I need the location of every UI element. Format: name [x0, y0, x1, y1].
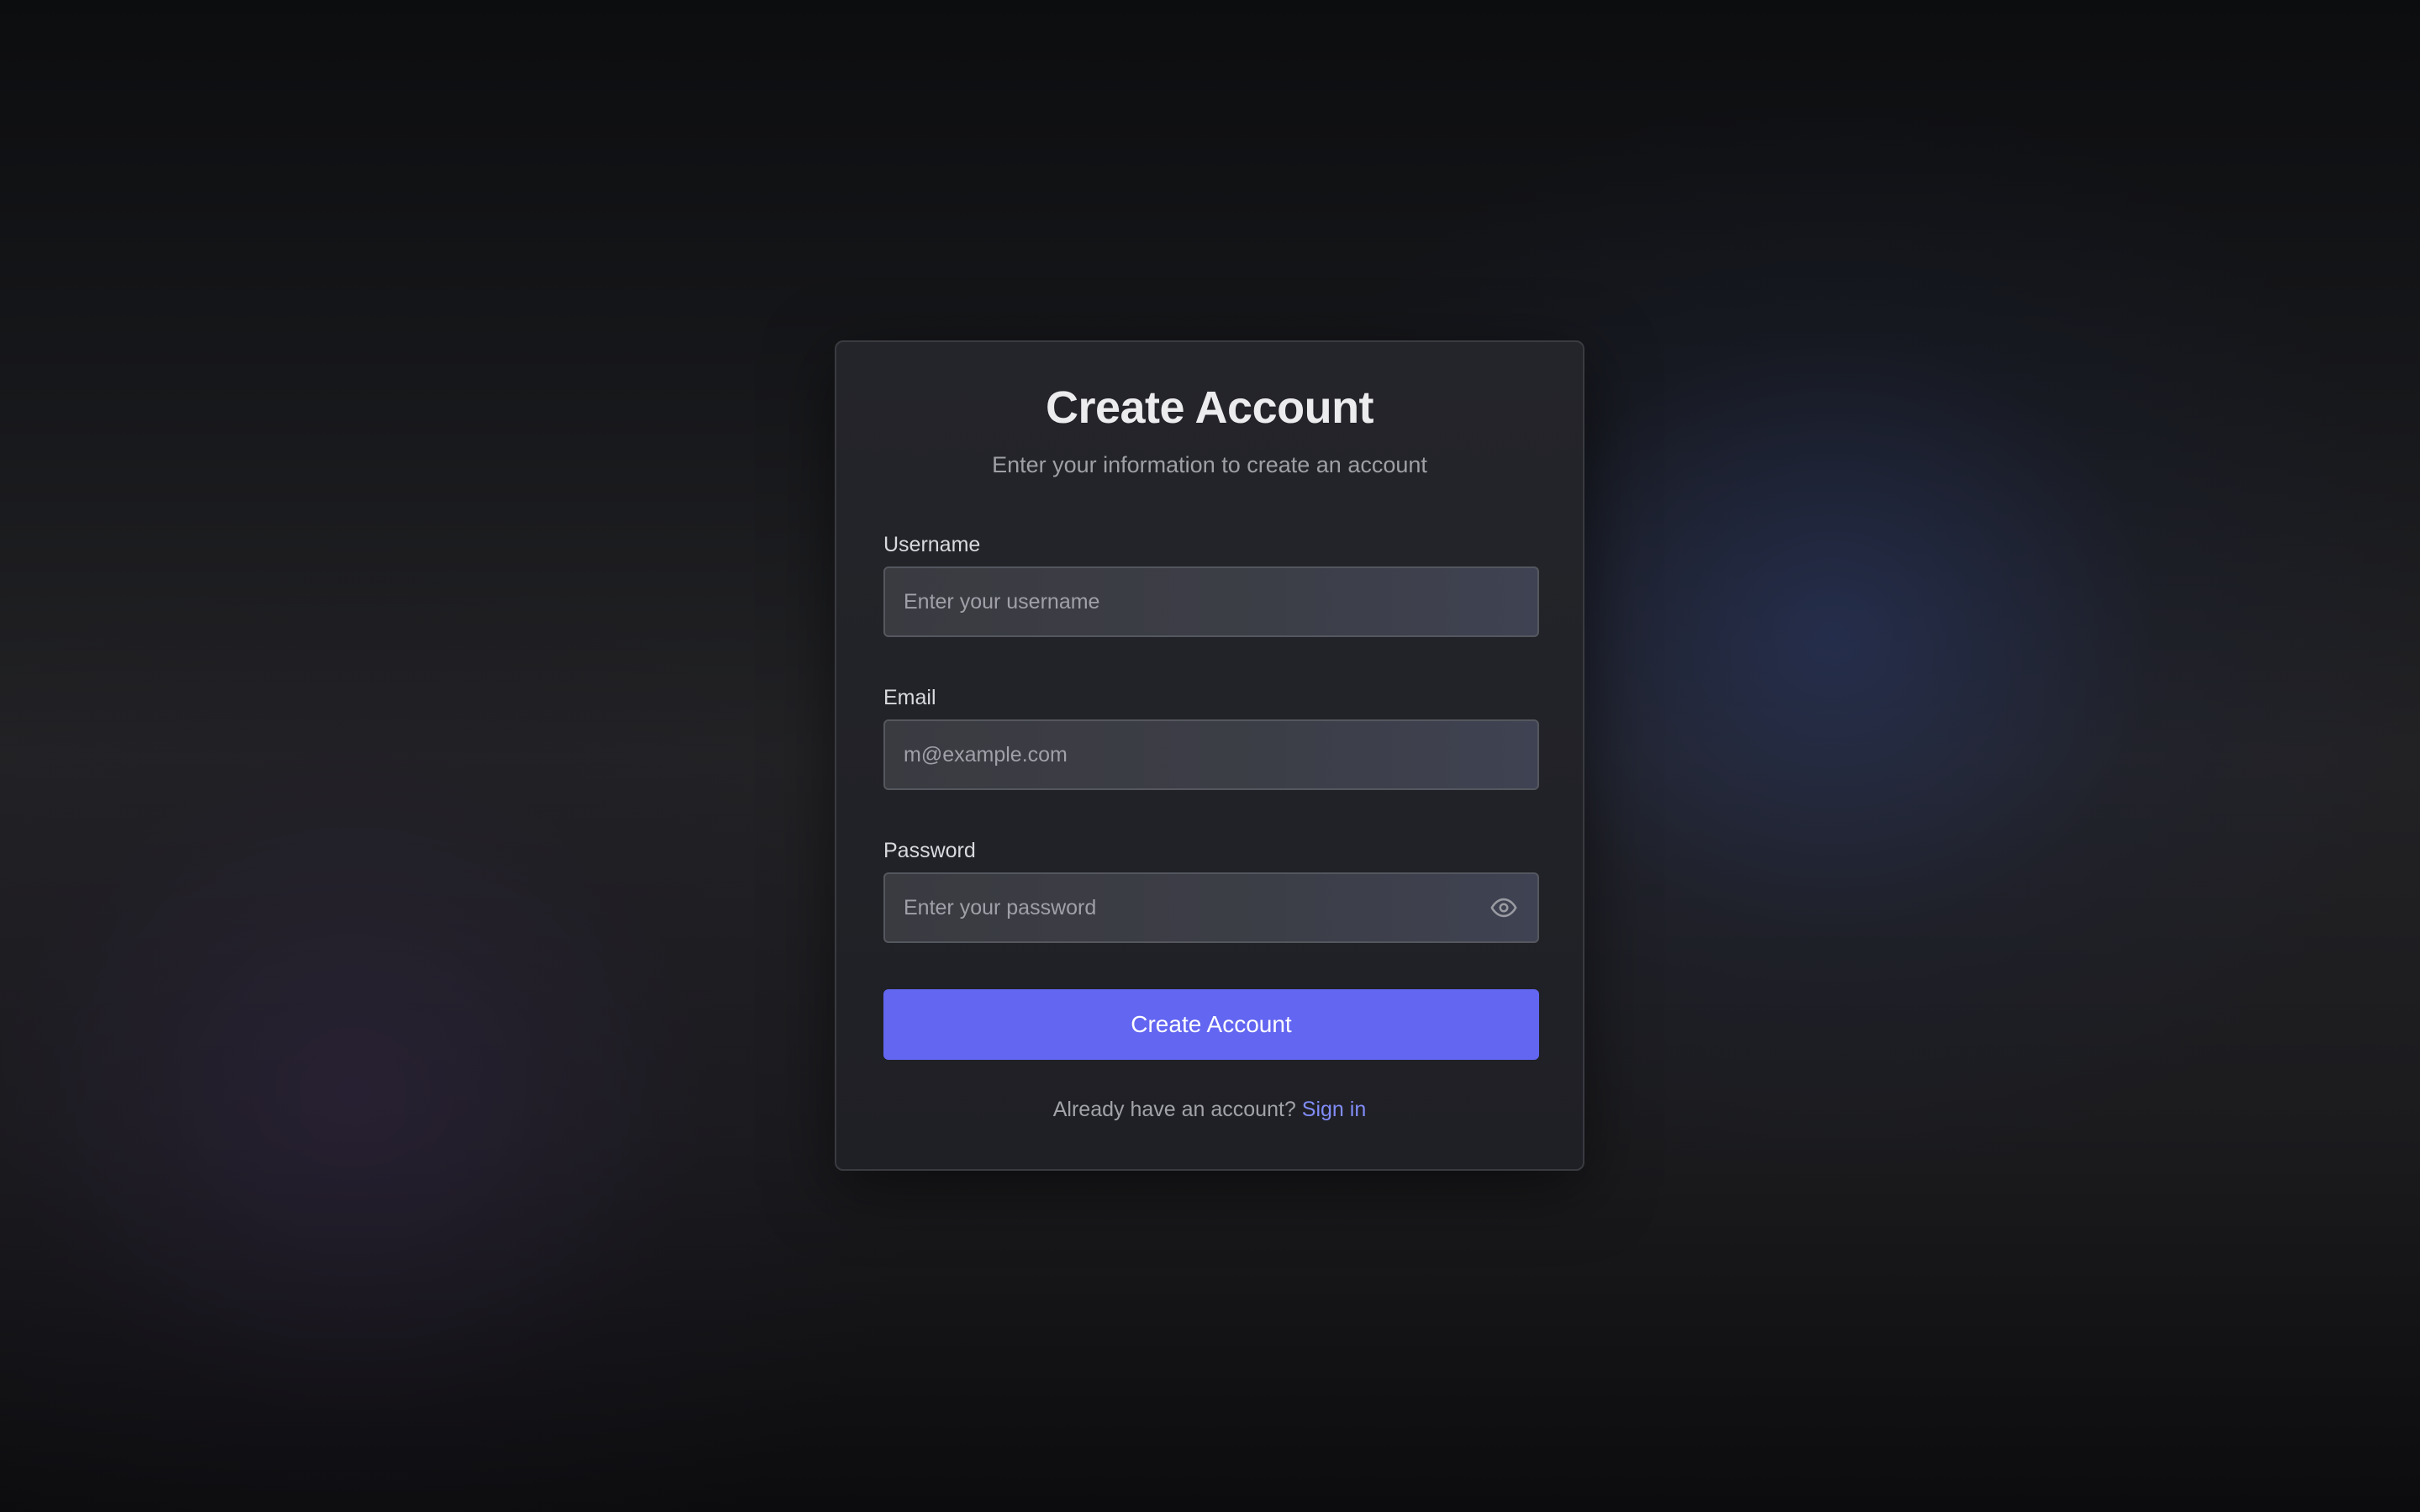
page-title: Create Account — [1045, 382, 1374, 433]
signin-link[interactable]: Sign in — [1302, 1098, 1366, 1121]
email-input[interactable] — [883, 719, 1539, 790]
username-input[interactable] — [883, 566, 1539, 637]
password-input[interactable] — [883, 872, 1539, 943]
password-field — [883, 872, 1539, 943]
username-label: Username — [883, 533, 981, 556]
signup-card: Create Account Enter your information to… — [835, 340, 1584, 1171]
signin-prompt-text: Already have an account? — [1052, 1098, 1296, 1121]
eye-icon[interactable] — [1489, 893, 1519, 922]
create-account-button[interactable]: Create Account — [883, 989, 1539, 1060]
password-label: Password — [883, 839, 976, 862]
email-label: Email — [883, 686, 936, 709]
page-subtitle: Enter your information to create an acco… — [992, 452, 1427, 477]
signin-prompt: Already have an account? Sign in — [836, 1095, 1583, 1124]
